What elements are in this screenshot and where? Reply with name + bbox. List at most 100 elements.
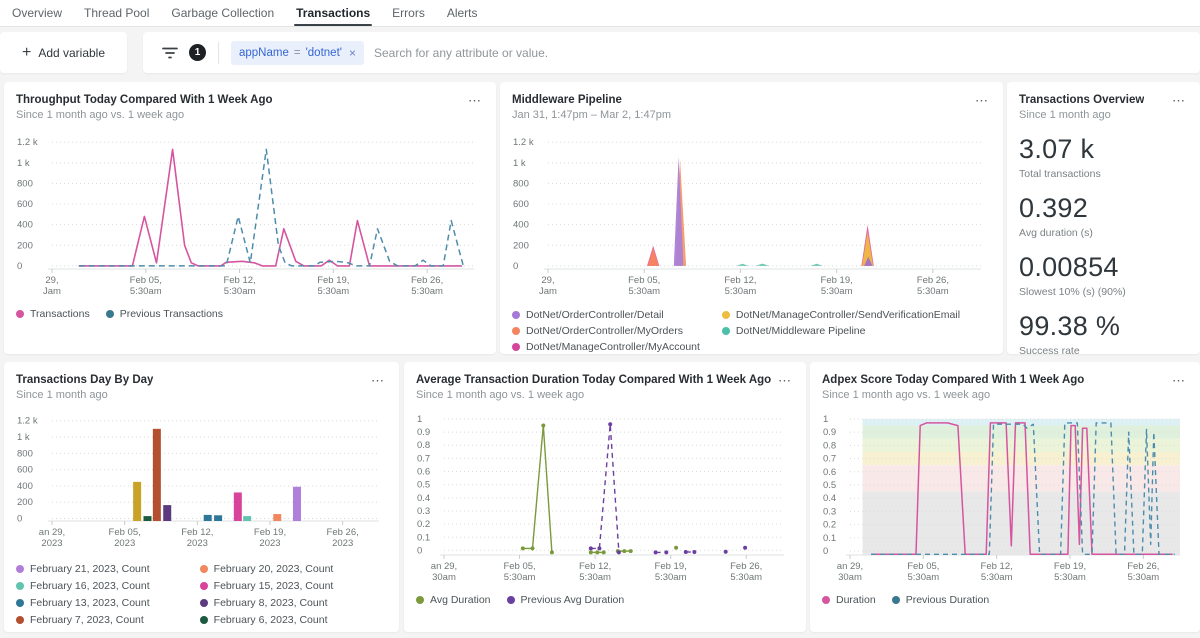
pill-field: appName (239, 47, 289, 59)
panel-throughput: Throughput Today Compared With 1 Week Ag… (4, 82, 496, 354)
legend-item[interactable]: Previous Avg Duration (507, 594, 625, 606)
legend-dot-icon (507, 596, 515, 604)
legend-item[interactable]: Avg Duration (416, 594, 491, 606)
legend-item[interactable]: Previous Transactions (106, 308, 223, 320)
legend-item[interactable]: DotNet/OrderController/MyOrders (512, 325, 700, 337)
legend-dot-icon (16, 616, 24, 624)
tab-overview[interactable]: Overview (12, 0, 62, 26)
svg-text:0.1: 0.1 (823, 533, 836, 544)
panel-subtitle: Since 1 month ago (16, 389, 153, 401)
panel-day-by-day: Transactions Day By Day Since 1 month ag… (4, 362, 399, 632)
top-nav: Overview Thread Pool Garbage Collection … (0, 0, 1200, 27)
legend-dot-icon (200, 565, 208, 573)
svg-text:800: 800 (17, 448, 33, 459)
svg-text:Feb 19,: Feb 19, (317, 275, 349, 286)
svg-text:Feb 12,: Feb 12, (181, 527, 213, 538)
panel-apdex: Adpex Score Today Compared With 1 Week A… (810, 362, 1200, 632)
legend-dot-icon (16, 582, 24, 590)
svg-text:0.4: 0.4 (823, 493, 836, 504)
legend-item[interactable]: DotNet/OrderController/Detail (512, 309, 700, 321)
legend-item[interactable]: February 16, 2023, Count (16, 580, 150, 592)
pill-value: 'dotnet' (306, 47, 342, 59)
legend-label: February 8, 2023, Count (214, 597, 328, 609)
legend-item[interactable]: DotNet/ManageController/SendVerification… (722, 309, 960, 321)
middleware-chart[interactable]: 1.2 k1 k800600400200029,JamFeb 05,5:30am… (512, 127, 991, 303)
panel-menu-icon[interactable]: ⋯ (973, 94, 991, 108)
avg-duration-chart[interactable]: 10.90.80.70.60.50.40.30.20.10an 29,30amF… (416, 407, 794, 589)
legend-item[interactable]: Previous Duration (892, 594, 989, 606)
svg-text:0.7: 0.7 (417, 453, 430, 464)
panel-subtitle: Since 1 month ago vs. 1 week ago (416, 389, 771, 401)
svg-text:600: 600 (17, 199, 33, 210)
stat-label: Total transactions (1019, 168, 1188, 180)
stat-value: 99.38 % (1019, 311, 1188, 342)
stat-total-transactions: 3.07 k Total transactions (1019, 134, 1188, 180)
panel-title: Adpex Score Today Compared With 1 Week A… (822, 374, 1084, 386)
legend-item[interactable]: February 15, 2023, Count (200, 580, 334, 592)
apdex-chart[interactable]: 10.90.80.70.60.50.40.30.20.10an 29,30amF… (822, 407, 1188, 589)
svg-text:5:30am: 5:30am (1127, 572, 1159, 583)
legend-item[interactable]: February 7, 2023, Count (16, 614, 150, 626)
tab-transactions[interactable]: Transactions (296, 0, 370, 26)
apdex-legend: Duration Previous Duration (822, 594, 1188, 606)
pill-close-icon[interactable]: × (349, 46, 356, 60)
add-variable-button[interactable]: + Add variable (0, 32, 127, 73)
legend-item[interactable]: February 8, 2023, Count (200, 597, 334, 609)
legend-item[interactable]: February 13, 2023, Count (16, 597, 150, 609)
legend-item[interactable]: Duration (822, 594, 876, 606)
svg-text:600: 600 (513, 199, 529, 210)
throughput-chart[interactable]: 1.2 k1 k800600400200029,JamFeb 05,5:30am… (16, 127, 484, 303)
tab-alerts[interactable]: Alerts (447, 0, 478, 26)
svg-text:400: 400 (513, 220, 529, 231)
svg-text:1 k: 1 k (513, 158, 526, 169)
tab-errors[interactable]: Errors (392, 0, 425, 26)
panel-title: Throughput Today Compared With 1 Week Ag… (16, 94, 273, 106)
stat-label: Slowest 10% (s) (90%) (1019, 286, 1188, 298)
svg-text:5:30am: 5:30am (730, 572, 762, 583)
middleware-legend: DotNet/OrderController/Detail DotNet/Orde… (512, 309, 991, 353)
panel-menu-icon[interactable]: ⋯ (776, 374, 794, 388)
legend-label: DotNet/ManageController/SendVerification… (736, 309, 960, 321)
panel-menu-icon[interactable]: ⋯ (1170, 94, 1188, 108)
search-input[interactable] (374, 46, 1188, 60)
svg-text:Feb 26,: Feb 26, (1127, 561, 1159, 572)
svg-text:0.5: 0.5 (417, 480, 430, 491)
legend-label: Duration (836, 594, 876, 606)
legend-item[interactable]: DotNet/Middleware Pipeline (722, 325, 960, 337)
legend-item[interactable]: February 5, 2023, Count (16, 631, 150, 632)
tab-garbage-collection[interactable]: Garbage Collection (171, 0, 274, 26)
panel-menu-icon[interactable]: ⋯ (1170, 374, 1188, 388)
legend-item[interactable]: February 14, 2023, Count (200, 631, 334, 632)
svg-text:Feb 26,: Feb 26, (327, 527, 359, 538)
svg-text:2023: 2023 (114, 538, 135, 549)
svg-text:5:30am: 5:30am (411, 286, 443, 297)
panel-menu-icon[interactable]: ⋯ (466, 94, 484, 108)
legend-dot-icon (892, 596, 900, 604)
legend-item[interactable]: February 20, 2023, Count (200, 563, 334, 575)
svg-text:Feb 05,: Feb 05, (503, 561, 535, 572)
svg-text:0.4: 0.4 (417, 493, 430, 504)
legend-label: DotNet/ManageController/MyAccount (526, 341, 700, 353)
filter-lines-icon[interactable] (161, 46, 179, 60)
svg-text:Feb 12,: Feb 12, (579, 561, 611, 572)
panel-title: Middleware Pipeline (512, 94, 671, 106)
tab-thread-pool[interactable]: Thread Pool (84, 0, 149, 26)
legend-dot-icon (16, 599, 24, 607)
svg-text:0.8: 0.8 (417, 440, 430, 451)
legend-item[interactable]: Transactions (16, 308, 90, 320)
day-by-day-chart[interactable]: 1.2 k1 k8006004002000an 29,2023Feb 05,20… (16, 407, 387, 555)
legend-label: February 13, 2023, Count (30, 597, 150, 609)
panel-menu-icon[interactable]: ⋯ (369, 374, 387, 388)
filter-pill-appname[interactable]: appName = 'dotnet' × (231, 41, 364, 65)
legend-dot-icon (200, 616, 208, 624)
svg-text:30am: 30am (432, 572, 456, 583)
svg-text:0: 0 (823, 546, 828, 557)
legend-item[interactable]: February 6, 2023, Count (200, 614, 334, 626)
panel-title: Transactions Overview (1019, 94, 1144, 106)
svg-text:2023: 2023 (259, 538, 280, 549)
svg-text:0.1: 0.1 (417, 532, 430, 543)
svg-text:5:30am: 5:30am (981, 572, 1013, 583)
legend-item[interactable]: DotNet/ManageController/MyAccount (512, 341, 700, 353)
svg-text:800: 800 (17, 178, 33, 189)
legend-item[interactable]: February 21, 2023, Count (16, 563, 150, 575)
